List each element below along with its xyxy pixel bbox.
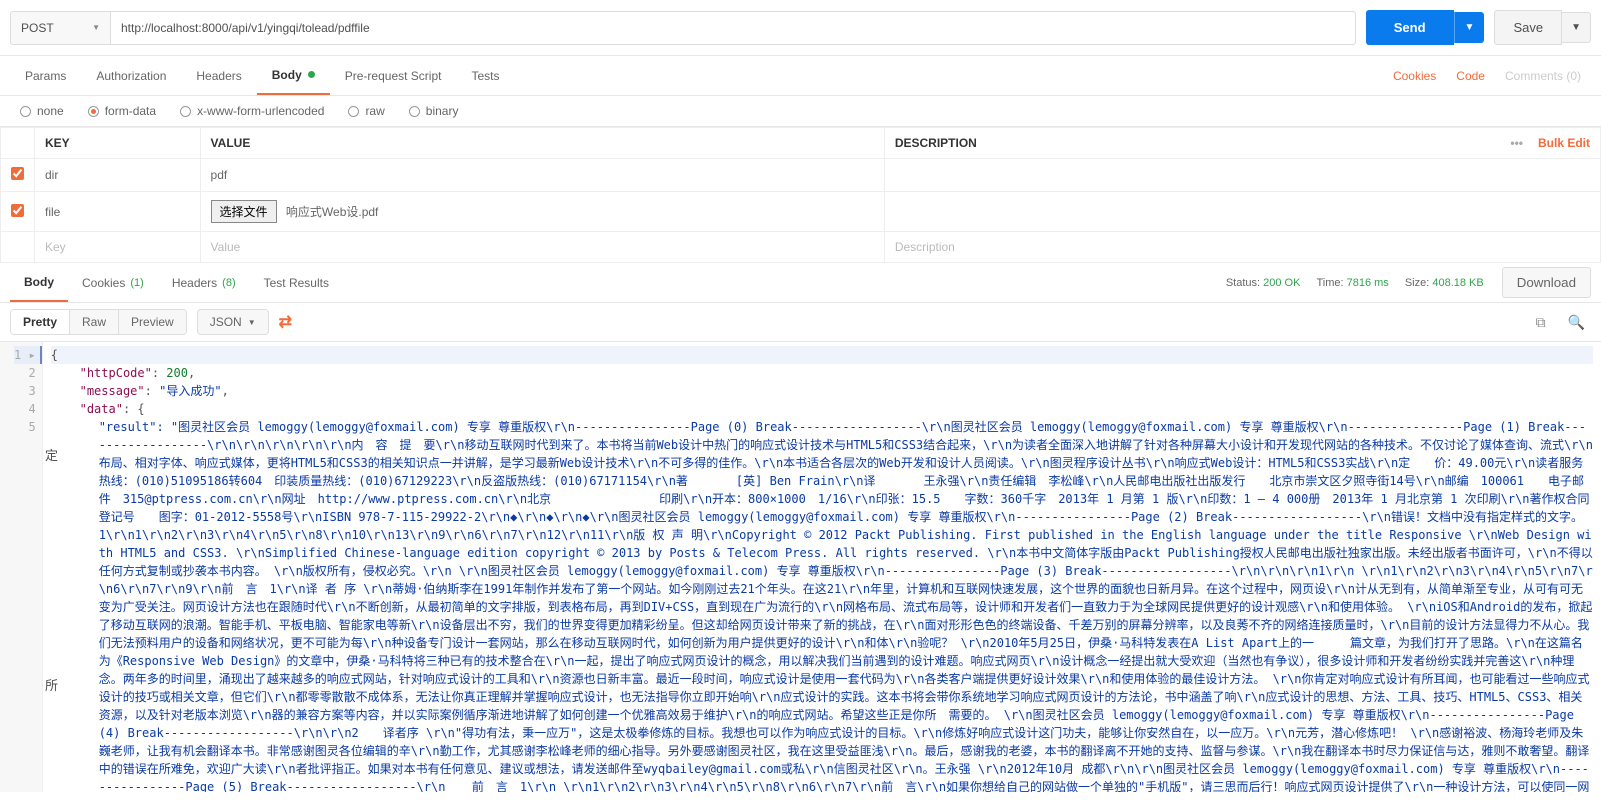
wrap-lines-icon[interactable]: ⇄ [279,312,292,332]
download-button[interactable]: Download [1502,267,1591,298]
row-checkbox[interactable] [11,167,24,180]
save-dropdown-button[interactable]: ▼ [1562,12,1591,43]
tab-headers[interactable]: Headers [181,56,256,95]
radio-icon [20,106,31,117]
json-result-text: "result": "图灵社区会员 lemoggy(lemoggy@foxmai… [99,420,1601,792]
http-method-value: POST [21,21,54,35]
page-label: 定 [45,445,58,464]
send-button[interactable]: Send [1366,10,1454,45]
view-pretty[interactable]: Pretty [11,310,70,334]
desc-placeholder[interactable]: Description [884,232,1600,263]
file-name-label: 响应式Web设.pdf [286,205,378,219]
key-placeholder[interactable]: Key [35,232,201,263]
col-key: KEY [35,128,201,159]
body-type-form-data[interactable]: form-data [88,104,156,118]
request-tabs: Params Authorization Headers Body Pre-re… [0,56,1601,96]
size-label: Size: 408.18 KB [1397,277,1492,289]
resp-tab-cookies[interactable]: Cookies (1) [68,263,158,302]
row-desc[interactable] [884,192,1600,232]
row-key[interactable]: dir [35,159,201,192]
line-gutter: 1 ▸2345 [0,342,43,792]
time-label: Time: 7816 ms [1308,277,1396,289]
tab-params[interactable]: Params [10,56,81,95]
cookies-link[interactable]: Cookies [1383,69,1446,83]
view-preview[interactable]: Preview [119,310,186,334]
response-body[interactable]: 1 ▸2345 { "httpCode": 200, "message": "导… [0,342,1601,792]
tab-tests[interactable]: Tests [456,56,514,95]
body-type-raw[interactable]: raw [348,104,384,118]
tab-body[interactable]: Body [257,56,330,95]
body-dirty-dot [308,71,315,78]
col-value: VALUE [200,128,884,159]
value-placeholder[interactable]: Value [200,232,884,263]
chevron-down-icon: ▼ [92,23,100,32]
col-description: DESCRIPTION ••• Bulk Edit [884,128,1600,159]
body-type-binary[interactable]: binary [409,104,459,118]
table-row: dir pdf [1,159,1601,192]
radio-icon [180,106,191,117]
row-value[interactable]: 选择文件 响应式Web设.pdf [200,192,884,232]
view-raw[interactable]: Raw [70,310,119,334]
bulk-edit-link[interactable]: Bulk Edit [1538,136,1590,150]
send-dropdown-button[interactable]: ▼ [1454,12,1485,43]
search-icon[interactable]: 🔍 [1562,314,1591,331]
save-button[interactable]: Save [1494,10,1562,45]
resp-tab-testresults[interactable]: Test Results [250,263,343,302]
response-viewbar: Pretty Raw Preview JSON ▼ ⇄ ⧉ 🔍 [0,303,1601,342]
row-key[interactable]: file [35,192,201,232]
url-input[interactable] [110,11,1356,45]
json-httpcode: 200 [166,366,188,380]
format-select[interactable]: JSON ▼ [197,309,269,335]
resp-tab-headers[interactable]: Headers (8) [158,263,250,302]
copy-icon[interactable]: ⧉ [1530,314,1552,331]
json-message: 导入成功 [166,384,214,398]
radio-icon [348,106,359,117]
radio-icon [88,106,99,117]
response-tabs: Body Cookies (1) Headers (8) Test Result… [0,263,1601,303]
col-more-icon[interactable]: ••• [1510,136,1523,150]
table-row: file 选择文件 响应式Web设.pdf [1,192,1601,232]
tab-prerequest[interactable]: Pre-request Script [330,56,457,95]
row-value[interactable]: pdf [200,159,884,192]
radio-icon [409,106,420,117]
body-type-none[interactable]: none [20,104,64,118]
page-label: 所 [45,675,58,694]
view-mode-group: Pretty Raw Preview [10,309,187,335]
code-link[interactable]: Code [1446,69,1495,83]
chevron-down-icon: ▼ [248,318,256,327]
row-desc[interactable] [884,159,1600,192]
status-label: Status: 200 OK [1218,277,1309,289]
body-type-xwww[interactable]: x-www-form-urlencoded [180,104,324,118]
choose-file-button[interactable]: 选择文件 [211,200,277,223]
body-type-radios: none form-data x-www-form-urlencoded raw… [0,96,1601,127]
resp-tab-body[interactable]: Body [10,263,68,302]
tab-authorization[interactable]: Authorization [81,56,181,95]
table-row-empty: Key Value Description [1,232,1601,263]
http-method-select[interactable]: POST ▼ [10,11,110,45]
form-data-table: KEY VALUE DESCRIPTION ••• Bulk Edit dir … [0,127,1601,263]
comments-link[interactable]: Comments (0) [1495,69,1591,83]
row-checkbox[interactable] [11,204,24,217]
